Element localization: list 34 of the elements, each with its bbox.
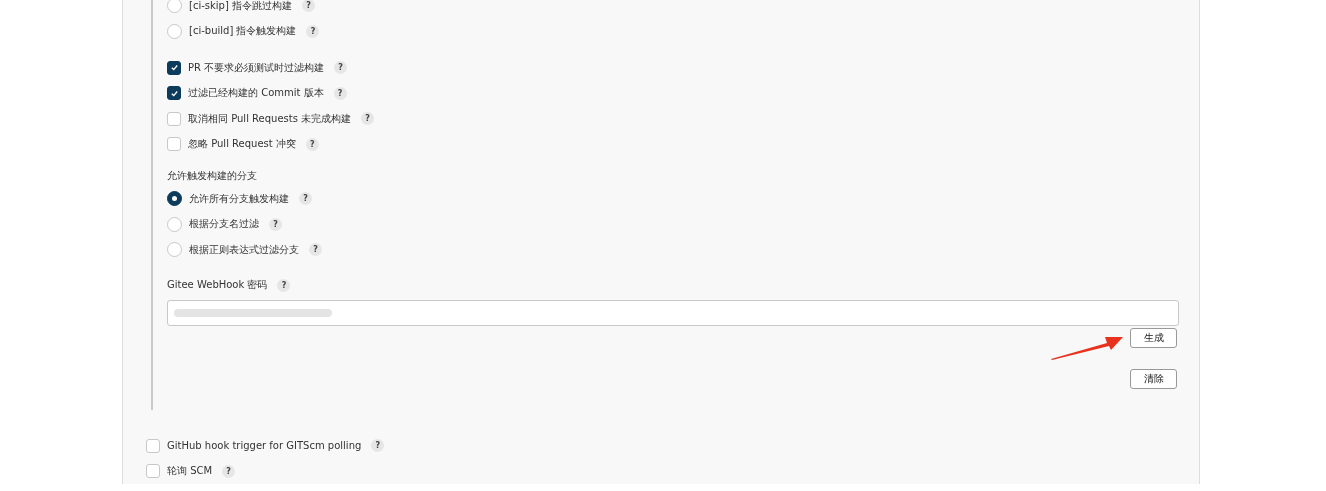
option-label: [ci-skip] 指令跳过构建 — [189, 0, 292, 13]
help-icon[interactable]: ? — [269, 217, 282, 231]
radio-button[interactable] — [167, 191, 182, 207]
option-label: 根据正则表达式过滤分支 — [189, 242, 299, 257]
blurred-value-icon — [174, 308, 334, 318]
checkmark-icon — [169, 63, 179, 73]
help-icon[interactable]: ? — [222, 464, 236, 478]
field-label: Gitee WebHook 密码 — [167, 278, 268, 293]
help-icon[interactable]: ? — [277, 278, 291, 292]
action-button[interactable]: 清除 — [1130, 369, 1177, 389]
option-label: 忽略 Pull Request 冲突 — [188, 137, 296, 152]
help-icon[interactable]: ? — [306, 24, 320, 38]
help-icon[interactable]: ? — [302, 0, 315, 13]
option-label: 允许所有分支触发构建 — [189, 191, 289, 206]
option-label: [ci-build] 指令触发构建 — [189, 24, 297, 39]
input-field[interactable] — [167, 300, 1179, 326]
option-label: 轮询 SCM — [167, 464, 213, 479]
help-icon[interactable]: ? — [309, 243, 322, 257]
option-label: GitHub hook trigger for GITScm polling — [167, 440, 362, 452]
section-label: 允许触发构建的分支 — [167, 169, 257, 183]
option-label: 取消相同 Pull Requests 未完成构建 — [188, 111, 352, 126]
help-icon[interactable]: ? — [299, 192, 312, 206]
option-label: 根据分支名过滤 — [189, 217, 259, 232]
option-label: 过滤已经构建的 Commit 版本 — [188, 86, 324, 101]
action-button[interactable]: 生成 — [1130, 328, 1177, 348]
option-label: PR 不要求必须测试时过滤构建 — [188, 60, 325, 75]
help-icon[interactable]: ? — [334, 61, 348, 75]
checkmark-icon — [169, 88, 179, 98]
help-icon[interactable]: ? — [371, 439, 385, 453]
help-icon[interactable]: ? — [361, 112, 375, 126]
help-icon[interactable]: ? — [305, 137, 319, 151]
checkbox[interactable] — [167, 60, 181, 75]
help-icon[interactable]: ? — [333, 86, 347, 100]
checkbox[interactable] — [167, 86, 181, 101]
